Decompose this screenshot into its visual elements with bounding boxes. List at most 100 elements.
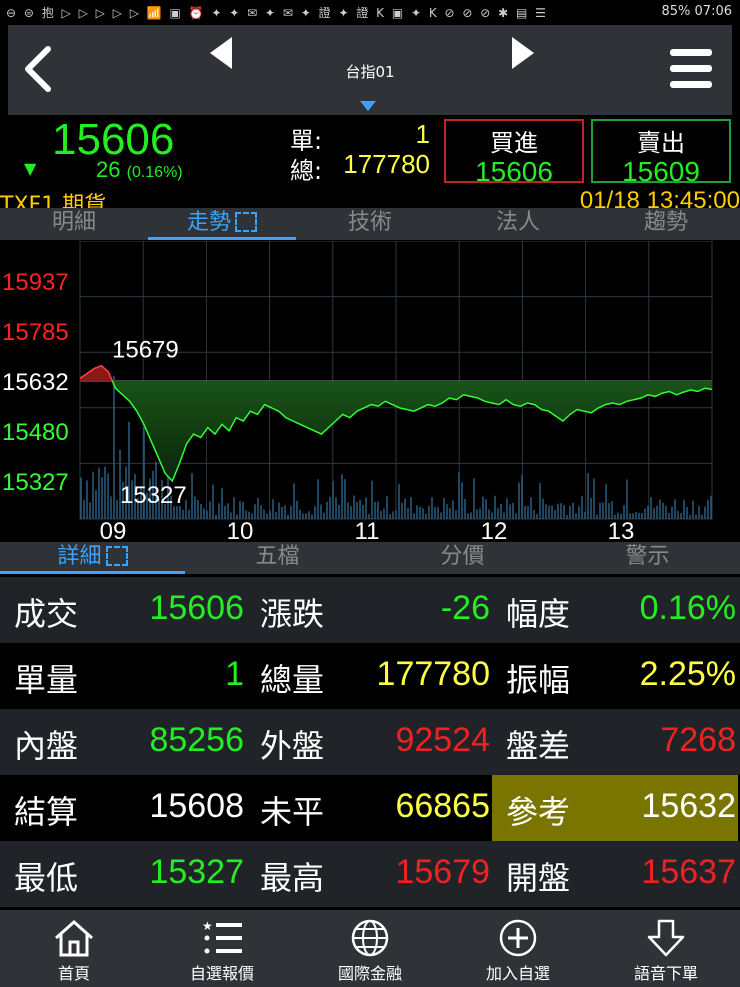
triangle-left-icon — [210, 37, 232, 69]
cell-value: 0.16% — [639, 589, 736, 627]
next-symbol-button[interactable] — [508, 35, 538, 71]
cell-value: 66865 — [395, 787, 490, 825]
nav-international[interactable]: 國際金融 — [296, 910, 444, 987]
buy-price: 15606 — [475, 156, 553, 187]
expand-icon[interactable] — [105, 546, 128, 566]
chart-tabs: 明細 走勢 技術 法人 趨勢 — [0, 208, 740, 240]
list-icon: ★ — [202, 919, 242, 954]
down-arrow-icon: ▼ — [24, 159, 37, 178]
detail-grid: 成交 15606 漲跌 -26 幅度 0.16% 單量 1 總量 177780 … — [0, 577, 740, 910]
cell-value: 15679 — [395, 853, 490, 891]
cell-label: 結算 — [14, 793, 79, 831]
tab-detail-label: 明細 — [51, 210, 96, 235]
nav-home[interactable]: 首頁 — [0, 910, 148, 987]
svg-text:★: ★ — [202, 919, 213, 933]
cell-label: 振幅 — [506, 661, 571, 699]
dropdown-triangle-icon[interactable] — [360, 101, 376, 111]
tab-alerts[interactable]: 警示 — [555, 542, 740, 574]
chart-svg: 15937 15785 15632 15480 15327 09 10 11 12 13 15679… — [2, 241, 713, 541]
clock: 07:06 — [694, 4, 732, 19]
nav-add-watchlist[interactable]: 加入自選 — [444, 910, 592, 987]
tab-alerts-label: 警示 — [625, 544, 670, 569]
battery-level: 85% — [661, 4, 691, 19]
notification-icons: ⊖ ⊜ 抱 ▷ ▷ ▷ ▷ ▷ 📶 ▣ ⏰ ✦ ✦ ✉ ✦ ✉ ✦ 證 ✦ 證 … — [6, 6, 548, 20]
chevron-left-icon — [25, 46, 51, 92]
tab-tendency[interactable]: 趨勢 — [592, 208, 740, 240]
tab-institutional-label: 法人 — [495, 210, 540, 235]
tab-price-distribution[interactable]: 分價 — [370, 542, 555, 574]
cell-label: 總量 — [260, 661, 325, 699]
sell-box[interactable]: 賣出 15609 — [591, 119, 731, 187]
detail-row: 最低 15327 最高 15679 開盤 15637 — [0, 841, 740, 907]
bottom-nav: 首頁 ★ 自選報價 國際金融 加入自選 語音下單 — [0, 910, 740, 987]
top-nav: 台指01 — [8, 25, 732, 115]
cell-label: 幅度 — [506, 595, 571, 633]
cell-label: 成交 — [14, 595, 79, 633]
cell-value: 2.25% — [639, 655, 736, 693]
plus-circle-icon — [499, 919, 537, 957]
cell-value: -26 — [440, 589, 490, 627]
nav-voice-order-label: 語音下單 — [633, 964, 698, 983]
nav-international-label: 國際金融 — [337, 964, 402, 983]
change-value: 26 — [96, 157, 121, 182]
nav-home-label: 首頁 — [57, 964, 90, 983]
detail-row: 單量 1 總量 177780 振幅 2.25% — [0, 643, 740, 709]
cell-label: 參考 — [506, 793, 571, 831]
download-arrow-icon — [647, 919, 685, 957]
nav-add-watchlist-label: 加入自選 — [485, 964, 550, 983]
cell-value: 177780 — [376, 655, 490, 693]
tab-detail[interactable]: 明細 — [0, 208, 148, 240]
cell-value: 1 — [225, 655, 244, 693]
cell-label: 單量 — [14, 661, 79, 699]
y-tick-label: 15632 — [2, 369, 69, 396]
total-volume-label: 總: — [290, 157, 323, 185]
sell-label: 賣出 — [637, 129, 685, 157]
status-bar: ⊖ ⊜ 抱 ▷ ▷ ▷ ▷ ▷ 📶 ▣ ⏰ ✦ ✦ ✉ ✦ ✉ ✦ 證 ✦ 證 … — [0, 0, 740, 24]
y-tick-label: 15480 — [2, 419, 69, 446]
detail-tabs: 詳細 五檔 分價 警示 — [0, 542, 740, 574]
cell-value: 15606 — [149, 589, 244, 627]
tab-trend-label: 走勢 — [186, 210, 231, 235]
cell-label: 外盤 — [260, 727, 325, 765]
home-icon — [55, 919, 93, 957]
nav-watchlist[interactable]: ★ 自選報價 — [148, 910, 296, 987]
cell-value: 15327 — [149, 853, 244, 891]
buy-label: 買進 — [490, 129, 538, 157]
change-percent: (0.16%) — [126, 164, 183, 181]
triangle-right-icon — [512, 37, 534, 69]
price-change: 26 (0.16%) — [96, 157, 183, 183]
tab-trend[interactable]: 走勢 — [148, 208, 296, 240]
y-tick-label: 15937 — [2, 269, 69, 296]
nav-voice-order[interactable]: 語音下單 — [592, 910, 740, 987]
previous-symbol-button[interactable] — [206, 35, 236, 71]
cell-label: 未平 — [260, 793, 325, 831]
detail-row: 結算 15608 未平 66865 參考 15632 — [0, 775, 740, 841]
cell-value: 92524 — [395, 721, 490, 759]
cell-label: 開盤 — [506, 859, 571, 897]
hamburger-menu-icon — [670, 49, 712, 88]
fullscreen-icon[interactable] — [235, 212, 257, 232]
high-label: 15679 — [112, 337, 179, 364]
symbol-title[interactable]: 台指01 — [320, 61, 420, 82]
menu-button[interactable] — [668, 45, 714, 93]
tab-five-levels-label: 五檔 — [255, 544, 300, 569]
x-tick-label: 11 — [355, 518, 380, 541]
cell-label: 漲跌 — [260, 595, 325, 633]
cell-value: 85256 — [149, 721, 244, 759]
back-button[interactable] — [18, 41, 58, 97]
buy-box[interactable]: 買進 15606 — [444, 119, 584, 187]
single-volume-value: 1 — [415, 119, 430, 149]
total-volume-value: 177780 — [343, 149, 430, 179]
tab-details[interactable]: 詳細 — [0, 542, 185, 574]
x-tick-label: 09 — [100, 518, 127, 541]
y-tick-label: 15327 — [2, 469, 69, 496]
intraday-chart[interactable]: 15937 15785 15632 15480 15327 09 10 11 12 13 15679… — [0, 241, 740, 541]
status-right: 85% 07:06 — [661, 4, 732, 19]
tab-five-levels[interactable]: 五檔 — [185, 542, 370, 574]
x-tick-label: 12 — [481, 518, 508, 541]
tab-institutional[interactable]: 法人 — [444, 208, 592, 240]
cell-value: 7268 — [660, 721, 736, 759]
y-tick-label: 15785 — [2, 319, 69, 346]
tab-technical[interactable]: 技術 — [296, 208, 444, 240]
nav-watchlist-label: 自選報價 — [189, 964, 254, 983]
